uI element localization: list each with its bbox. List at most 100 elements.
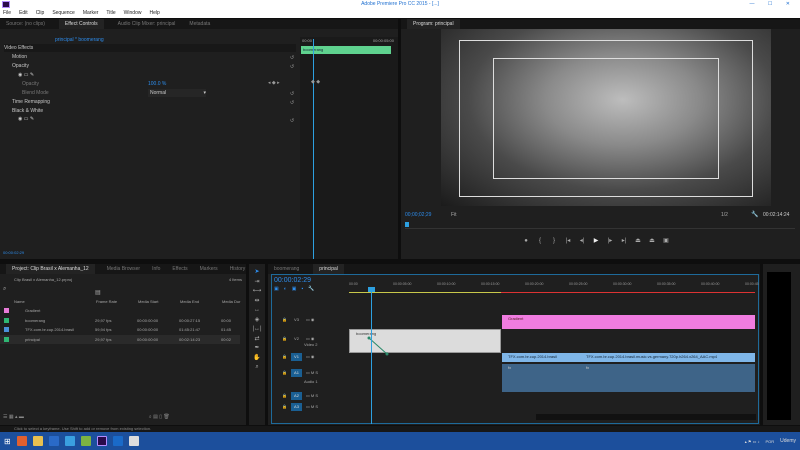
taskbar-premiere[interactable] [96,436,107,446]
folder-icon[interactable]: ▤ [95,289,101,296]
tab-seq-principal[interactable]: principal [313,264,344,274]
windows-start-icon[interactable]: ⊞ [4,437,11,446]
program-scrubber[interactable] [405,222,795,229]
reset-icons[interactable]: ↺ ↺ ↺ ↺ ↺ [290,54,294,126]
selection-tool-icon[interactable]: ➤ [249,268,265,278]
opacity-keyframe-line[interactable] [349,329,409,359]
effect-time-remapping[interactable]: Time Remapping [12,98,50,106]
rolling-edit-icon[interactable]: ⇹ [249,297,265,307]
menu-marker[interactable]: Marker [83,9,99,18]
effect-mini-timeline[interactable]: 00:00 00:00:05:00 boomerang ◆ ◆ [300,37,398,259]
timeline-tool-icons[interactable]: ▣◐▣▪🔧 [274,286,319,292]
project-item[interactable]: principal 29,97 fps 00:00:00:00 00:02:14… [0,334,240,344]
clip-path[interactable]: principal * boomerang [55,36,104,44]
effect-black-white[interactable]: Black & White [12,107,43,115]
col-media-dur[interactable]: Media Dur [222,299,240,304]
lock-icon[interactable]: 🔒 [282,393,287,398]
col-media-end[interactable]: Media End [180,299,222,304]
keyframe-nav[interactable]: ◂ ◆ ▸ [268,80,280,86]
play-icon[interactable]: ▶ [589,237,603,244]
timeline-scrollbar[interactable] [536,414,756,420]
clip-gradient[interactable]: Gradient [502,315,755,329]
go-to-out-icon[interactable]: ▸| [617,237,631,244]
track-header-v1[interactable]: 🔒 V1 ▭ ◉ [274,352,314,361]
effect-opacity[interactable]: Opacity [12,62,29,70]
quality-select[interactable]: 1/2 [721,212,728,218]
menu-window[interactable]: Window [124,9,142,18]
col-media-start[interactable]: Media Start [138,299,180,304]
mark-in-icon[interactable]: { [533,238,547,244]
tab-source[interactable]: Source: (no clips) [6,19,45,29]
tray-language[interactable]: POR [765,439,774,444]
taskbar-app-explorer[interactable] [32,436,43,446]
track-target[interactable]: A1 [290,368,302,377]
track-header-a1[interactable]: 🔒 A1 ▭ M S [274,368,318,377]
project-item[interactable]: TFX.com.br.cup.2014.brasil 59,94 fps 00:… [0,325,240,335]
tab-metadata[interactable]: Metadata [189,19,210,29]
wrench-icon[interactable]: 🔧 [751,211,758,218]
tray-icons[interactable]: ▴ ⚑ ▭ ♪ [745,439,760,444]
effect-playhead[interactable] [313,39,314,259]
step-forward-icon[interactable]: |▸ [603,237,617,244]
tab-markers[interactable]: Markers [200,264,218,274]
lock-icon[interactable]: 🔒 [282,354,287,359]
step-back-icon[interactable]: ◂| [575,237,589,244]
program-timecode[interactable]: 00;00;02;29 [405,212,431,218]
slip-icon[interactable]: |↔| [249,325,265,335]
track-select-icon[interactable]: ⇥ [249,278,265,288]
time-ruler[interactable]: 00:00 00:00:05:00 00:00:10:00 00:00:15:00 00… [349,280,759,292]
tab-history[interactable]: History [230,264,246,274]
add-marker-icon[interactable]: ● [519,238,533,244]
tab-media-browser[interactable]: Media Browser [107,264,140,274]
project-footer-icons[interactable]: ☰ ▦ ▴ ▬ ⌕ ▤ ▯ 🗑 [0,414,246,420]
clip-v1-a[interactable]: TFX.com.br.cup.2014.brasil [502,353,580,362]
search-icon[interactable]: ⌕ [3,286,6,293]
mute-icon[interactable]: ▭ M S [306,370,318,375]
eye-icon[interactable]: ▭ ◉ [306,317,314,322]
clip-a1-a[interactable]: fx [502,364,580,392]
razor-icon[interactable]: ◈ [249,316,265,326]
bw-icons[interactable]: ◉ ▭ ✎ [18,115,34,123]
ripple-edit-icon[interactable]: ⟷ [249,287,265,297]
tab-seq-boomerang[interactable]: boomerang [274,264,299,274]
keyframe-icon[interactable]: ◆ ◆ [311,79,320,85]
mark-out-icon[interactable]: } [547,238,561,244]
window-controls[interactable]: — ☐ ✕ [750,0,796,9]
rate-stretch-icon[interactable]: ↔ [249,306,265,316]
track-target[interactable]: V2 [291,335,302,343]
slide-icon[interactable]: ⇄ [249,335,265,345]
clip-v1-b[interactable]: TFX.com.br.cup.2014.brasil.music.vs.germ… [580,353,755,362]
track-target[interactable]: A2 [290,391,302,400]
extract-icon[interactable]: ⏏ [645,237,659,244]
tab-project[interactable]: Project: Clip Brasil x Alemanha_12 [6,264,95,274]
opacity-value[interactable]: 100.0 % [148,80,166,88]
hand-icon[interactable]: ✋ [249,354,265,364]
pen-icon[interactable]: ✒ [249,344,265,354]
video-frame[interactable] [441,29,771,206]
clip-a1-b[interactable]: fx [580,364,755,392]
export-frame-icon[interactable]: ▣ [659,237,673,244]
taskbar-app-5[interactable] [128,436,139,446]
lock-icon[interactable]: 🔒 [282,370,287,375]
track-target[interactable]: V3 [291,316,302,324]
lock-icon[interactable]: 🔒 [282,404,287,409]
menu-file[interactable]: File [3,9,11,18]
lock-icon[interactable]: 🔒 [282,317,287,322]
tab-program[interactable]: Program: principal [407,19,460,29]
track-target[interactable]: V1 [290,352,302,361]
taskbar-app-4[interactable] [112,436,123,446]
menu-edit[interactable]: Edit [19,9,28,18]
taskbar-app-1[interactable] [48,436,59,446]
track-header-a3[interactable]: 🔒 A3 ▭ M S [274,402,318,411]
lift-icon[interactable]: ⏏ [631,237,645,244]
menu-clip[interactable]: Clip [36,9,45,18]
tab-effect-controls[interactable]: Effect Controls [58,19,104,29]
eye-icon[interactable]: ▭ ◉ [306,336,314,341]
track-header-a2[interactable]: 🔒 A2 ▭ M S [274,391,318,400]
col-frame-rate[interactable]: Frame Rate [96,299,138,304]
tab-audio-clip-mixer[interactable]: Audio Clip Mixer: principal [118,19,176,29]
project-item[interactable]: boomerang 29,97 fps 00:00:00:00 00:00:27… [0,316,240,326]
tab-info[interactable]: Info [152,264,160,274]
taskbar-app-2[interactable] [64,436,75,446]
menu-sequence[interactable]: Sequence [52,9,75,18]
